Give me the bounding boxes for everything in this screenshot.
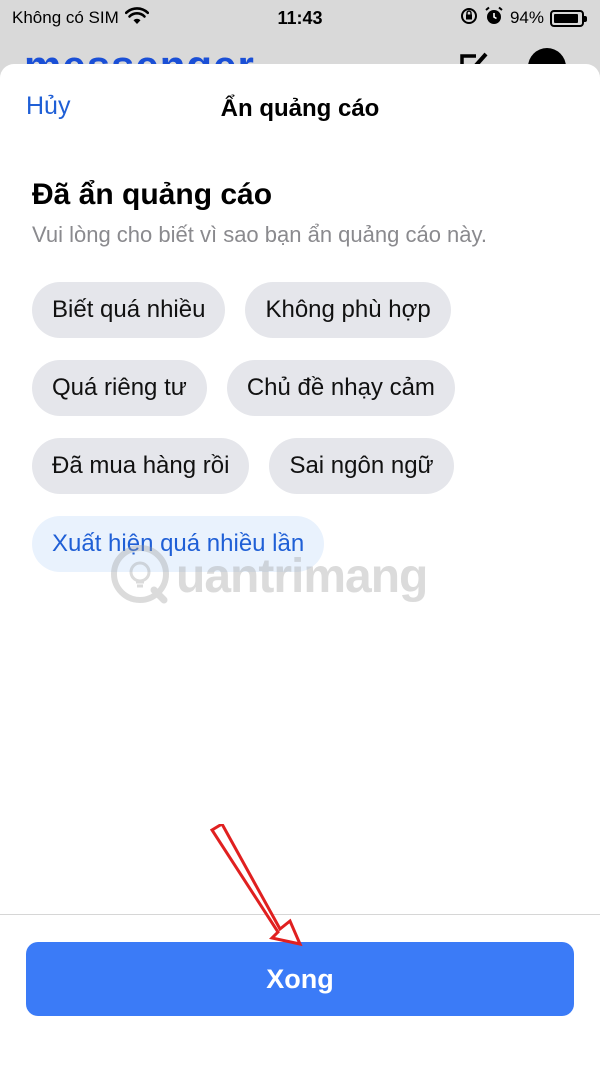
reason-chip-sensitive-topic[interactable]: Chủ đề nhạy cảm bbox=[226, 360, 455, 416]
reason-chip-already-bought[interactable]: Đã mua hàng rồi bbox=[32, 438, 250, 494]
reason-chip-wrong-language[interactable]: Sai ngôn ngữ bbox=[269, 438, 454, 494]
hide-ad-sheet: Hủy Ẩn quảng cáo Đã ẩn quảng cáo Vui lòn… bbox=[0, 64, 600, 1067]
page-subtext: Vui lòng cho biết vì sao bạn ẩn quảng cá… bbox=[32, 222, 487, 247]
battery-icon bbox=[550, 9, 587, 27]
reason-chip-list: Biết quá nhiều Không phù hợp Quá riêng t… bbox=[32, 282, 572, 572]
sheet-title: Ẩn quảng cáo bbox=[220, 95, 380, 122]
watermark-text: uantrimang bbox=[176, 550, 428, 603]
carrier-label: Không có SIM bbox=[12, 8, 119, 27]
watermark: uantrimang bbox=[108, 542, 428, 611]
status-bar: Không có SIM 11:43 94% bbox=[0, 0, 600, 36]
sheet-nav-bar: Hủy Ẩn quảng cáo bbox=[0, 64, 600, 154]
quantrimang-logo-icon bbox=[108, 542, 172, 611]
reason-chip-knows-too-much[interactable]: Biết quá nhiều bbox=[32, 282, 226, 338]
reason-chip-not-relevant[interactable]: Không phù hợp bbox=[245, 282, 451, 338]
status-left: Không có SIM bbox=[12, 6, 149, 30]
status-right: 94% bbox=[460, 6, 587, 31]
footer-divider bbox=[0, 914, 600, 915]
battery-fill bbox=[554, 13, 579, 23]
reason-chip-too-private[interactable]: Quá riêng tư bbox=[32, 360, 207, 416]
red-arrow-icon bbox=[209, 824, 303, 947]
wifi-icon bbox=[124, 6, 149, 30]
page-heading: Đã ẩn quảng cáo bbox=[32, 178, 273, 211]
orientation-lock-icon bbox=[460, 7, 478, 30]
done-button[interactable]: Xong bbox=[26, 942, 574, 1016]
alarm-icon bbox=[484, 6, 504, 31]
battery-percent: 94% bbox=[509, 8, 544, 27]
